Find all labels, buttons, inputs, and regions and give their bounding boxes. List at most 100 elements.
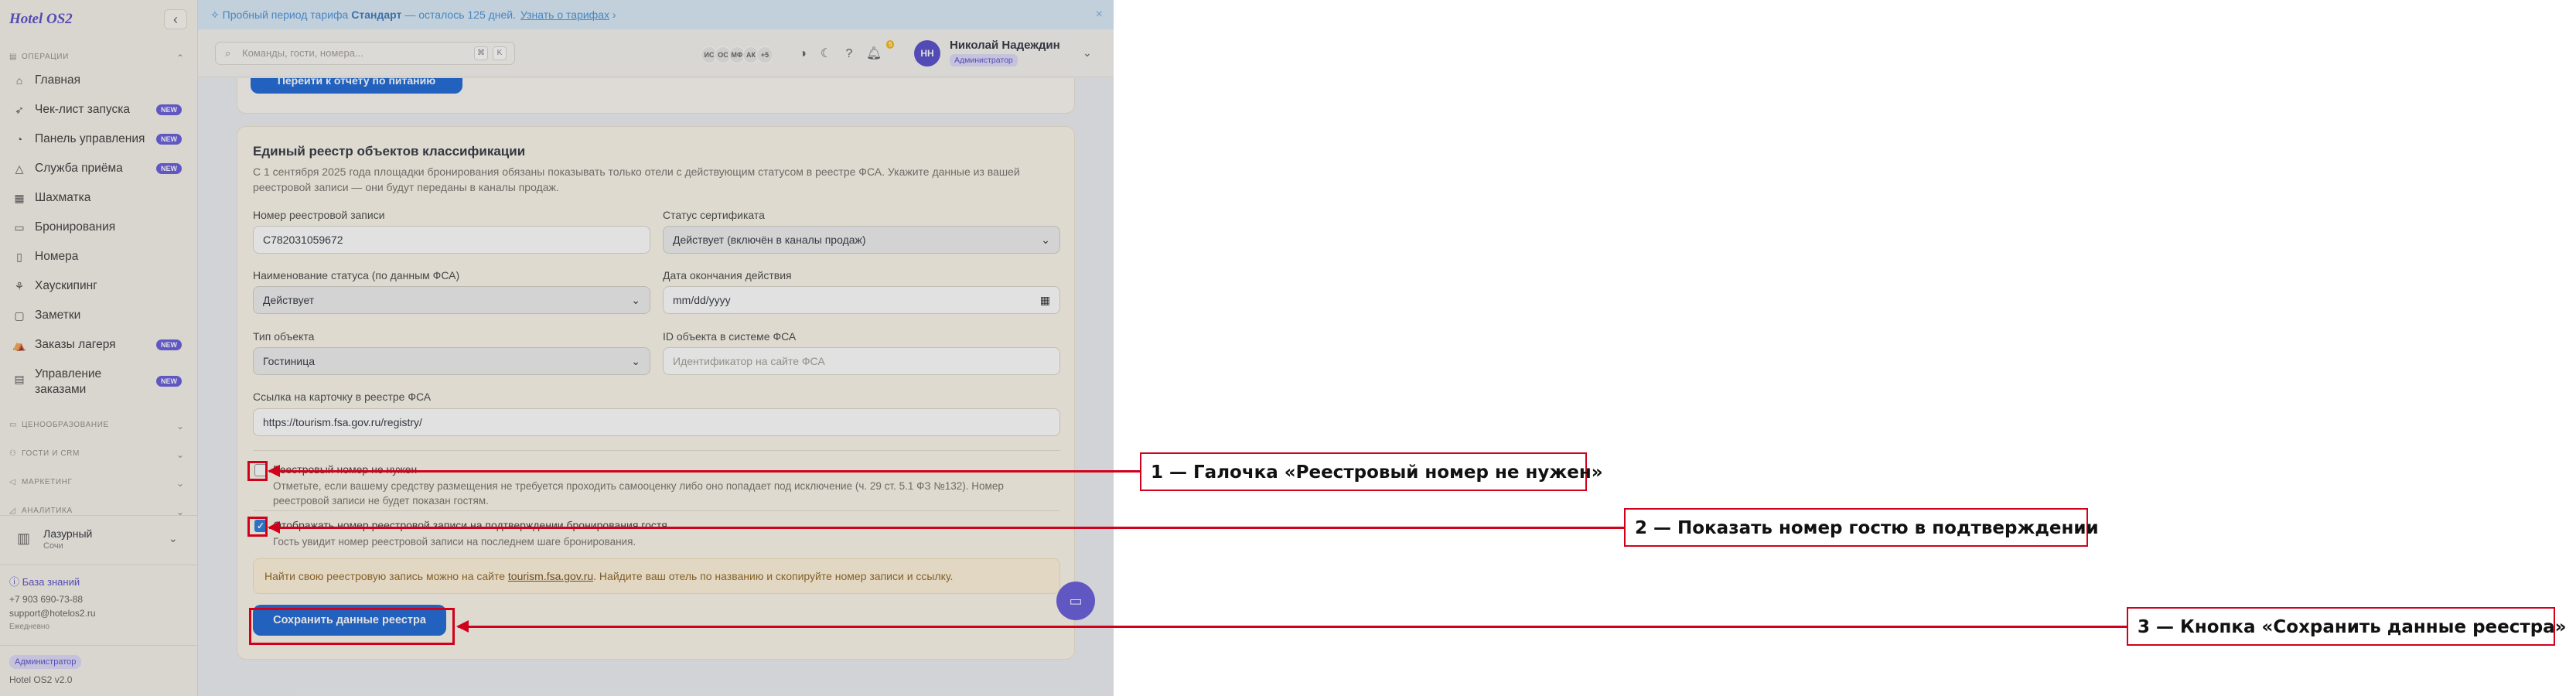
building-icon: ▥ (17, 531, 31, 546)
main-area: ✧ Пробный период тарифа Стандарт — остал… (198, 0, 1114, 696)
broom-icon: ⚘ (14, 279, 25, 292)
fsa-id-input[interactable]: Идентификатор на сайте ФСА (663, 347, 1060, 375)
search-icon: ⌕ (225, 47, 231, 59)
close-icon[interactable]: × (1096, 8, 1103, 22)
app-window: Hotel OS2 ‹ ▤ Операции ⌃ ⌂ Главная ➶ Чек-лис… (0, 0, 1114, 696)
object-type-select[interactable]: Гостиница ⌄ (253, 347, 650, 375)
support-schedule: Ежедневно (9, 623, 50, 631)
chevron-down-icon: ⌄ (631, 294, 640, 306)
arrow-head-1 (268, 465, 280, 477)
sidebar-item-front-desk[interactable]: △ Служба приёма NEW (12, 156, 189, 181)
online-users[interactable]: ИС ОС МФ АК +5 (701, 46, 773, 63)
divider (0, 645, 198, 646)
gauge-icon: ◔ (15, 133, 23, 145)
hotel-switcher[interactable]: ▥ Лазурный Сочи ⌄ (9, 524, 189, 557)
sidebar-item-order-management[interactable]: ▤ Управление заказами NEW (12, 367, 189, 401)
pricing-link[interactable]: Узнать о тарифах (520, 9, 609, 21)
search-input[interactable]: ⌕ Команды, гости, номера... ⌘ K (215, 42, 515, 65)
food-report-button[interactable]: Перейти к отчету по питанию (251, 78, 462, 94)
sidebar-item-dashboard[interactable]: ◔ Панель управления NEW (12, 127, 189, 152)
palette-icon[interactable]: ◑ (793, 45, 812, 63)
section-operations[interactable]: ▤ Операции ⌃ (9, 53, 184, 63)
megaphone-icon: ◁ (9, 478, 16, 486)
chart-icon: ◿ (9, 507, 16, 515)
section-pricing[interactable]: ▭ Ценообразование ⌄ (9, 421, 184, 432)
moon-icon[interactable]: ☾ (817, 45, 835, 63)
help-circle-icon: ⓘ (9, 576, 22, 588)
sidebar-item-rooms[interactable]: ▯ Номера (12, 244, 189, 269)
user-name[interactable]: Николай Надеждин (950, 39, 1060, 52)
sidebar-item-chessboard[interactable]: ▦ Шахматка (12, 186, 189, 210)
chevron-down-icon: ⌄ (169, 532, 178, 544)
arrow-line-1 (269, 470, 1140, 473)
cert-status-label: Статус сертификата (663, 209, 765, 221)
chevron-down-icon: ⌄ (176, 421, 185, 432)
sidebar-item-launch-checklist[interactable]: ➶ Чек-лист запуска NEW (12, 97, 189, 122)
tent-icon: ⛺ (12, 338, 26, 351)
new-badge: NEW (156, 376, 182, 387)
chevron-down-icon[interactable]: ⌄ (1083, 46, 1092, 60)
collapse-sidebar-button[interactable]: ‹ (164, 9, 187, 29)
top-bar: ⌕ Команды, гости, номера... ⌘ K ИС ОС МФ… (198, 29, 1114, 77)
section-marketing[interactable]: ◁ Маркетинг ⌄ (9, 478, 184, 489)
highlight-save-button (249, 608, 455, 645)
notification-count: 5 (886, 40, 895, 49)
help-icon[interactable]: ? (840, 45, 858, 63)
card-link-input[interactable]: https://tourism.fsa.gov.ru/registry/ (253, 408, 1060, 436)
hotel-name: Лазурный (43, 527, 93, 540)
object-type-label: Тип объекта (253, 330, 315, 343)
clipboard-icon: ▤ (14, 373, 25, 385)
trial-banner: ✧ Пробный период тарифа Стандарт — остал… (198, 0, 1114, 29)
sidebar-item-housekeeping[interactable]: ⚘ Хаускипинг (12, 274, 189, 299)
sidebar-item-home[interactable]: ⌂ Главная (12, 68, 189, 93)
no-number-description: Отметьте, если вашему средству размещени… (273, 480, 1004, 507)
fsa-id-label: ID объекта в системе ФСА (663, 330, 797, 343)
no-number-label[interactable]: Реестровый номер не нужен (273, 463, 417, 476)
sidebar-item-bookings[interactable]: ▭ Бронирования (12, 215, 189, 240)
arrow-line-2 (269, 527, 1624, 529)
card-link-label: Ссылка на карточку в реестре ФСА (253, 391, 432, 403)
knowledge-base-link[interactable]: ⓘ База знаний (9, 574, 80, 589)
kbd-k: K (493, 46, 507, 60)
fsa-site-link[interactable]: tourism.fsa.gov.ru (508, 570, 593, 582)
arrow-head-3 (456, 620, 469, 633)
bell-icon: △ (15, 162, 24, 175)
brand-logo[interactable]: Hotel OS2 (9, 11, 73, 28)
chevron-down-icon: ⌄ (1041, 234, 1050, 246)
section-analytics[interactable]: ◿ Аналитика ⌄ (9, 507, 184, 517)
calendar-icon[interactable]: ▦ (1040, 287, 1050, 313)
section-guests[interactable]: ⚇ Гости и CRM ⌄ (9, 449, 184, 460)
highlight-show-number-checkbox (247, 517, 268, 537)
sidebar-item-notes[interactable]: ▢ Заметки (12, 303, 189, 328)
new-badge: NEW (156, 134, 182, 145)
status-name-select[interactable]: Действует ⌄ (253, 286, 650, 314)
page-content: Перейти к отчету по питанию Единый реест… (198, 78, 1114, 696)
cert-status-select[interactable]: Действует (включён в каналы продаж) ⌄ (663, 226, 1060, 254)
chat-icon: ▭ (1069, 593, 1083, 609)
chat-fab-button[interactable]: ▭ (1056, 582, 1095, 620)
sparkle-icon: ✧ (210, 8, 223, 21)
new-badge: NEW (156, 104, 182, 115)
annotation-1: 1 — Галочка «Реестровый номер не нужен» (1140, 452, 1603, 491)
divider (0, 515, 198, 516)
record-number-field[interactable]: С782031059672 (253, 226, 650, 254)
user-role-badge: Администратор (950, 54, 1018, 67)
record-number-label: Номер реестровой записи (253, 209, 385, 221)
show-number-label[interactable]: Отображать номер реестровой записи на по… (273, 519, 667, 531)
chevron-down-icon: ⌄ (631, 355, 640, 367)
new-badge: NEW (156, 339, 182, 350)
registry-title: Единый реестр объектов классификации (253, 144, 526, 159)
rocket-icon: ➶ (15, 103, 24, 116)
registry-card: Единый реестр объектов классификации С 1… (237, 126, 1075, 660)
annotation-2: 2 — Показать номер гостю в подтверждении (1624, 508, 2099, 547)
user-avatar[interactable]: НН (914, 40, 940, 67)
notifications-bell-icon[interactable]: 🔔︎ (865, 45, 883, 63)
annotation-3: 3 — Кнопка «Сохранить данные реестра» (2127, 607, 2567, 646)
sidebar-item-camp-orders[interactable]: ⛺ Заказы лагеря NEW (12, 333, 189, 357)
users-icon: ⚇ (9, 449, 17, 458)
expiry-date-input[interactable]: mm/dd/yyyy ▦ (663, 286, 1060, 314)
status-name-label: Наименование статуса (по данным ФСА) (253, 269, 460, 281)
support-phone[interactable]: +7 903 690-73-88 (9, 594, 83, 605)
support-email[interactable]: support@hotelos2.ru (9, 608, 96, 619)
grid-icon: ▦ (14, 191, 25, 204)
